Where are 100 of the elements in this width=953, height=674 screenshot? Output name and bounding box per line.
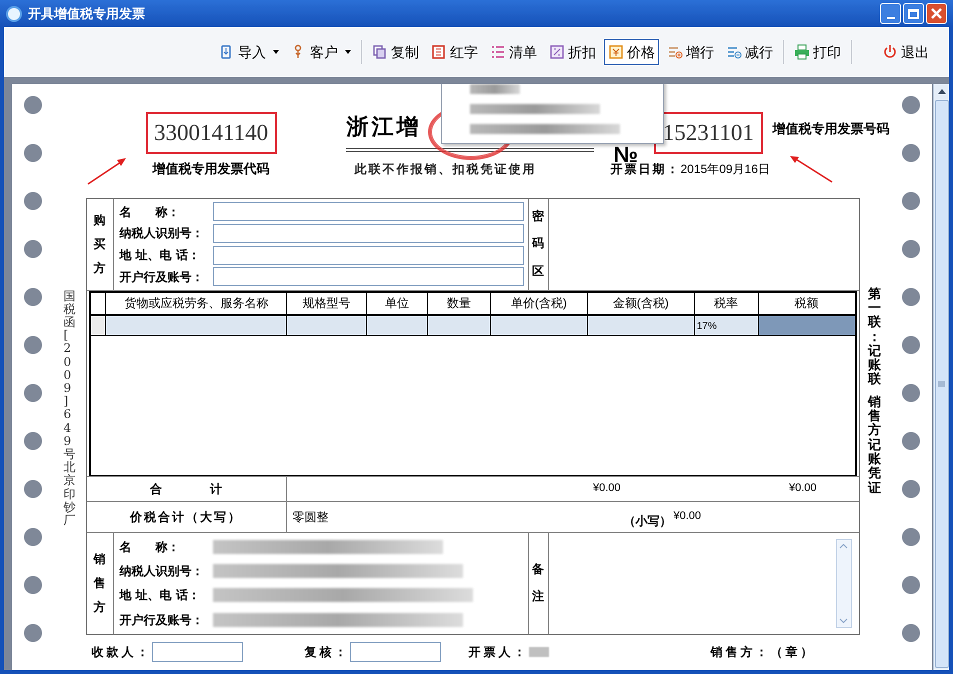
notice-text: 此联不作报销、扣税凭证使用 bbox=[354, 161, 536, 178]
input-field[interactable] bbox=[212, 224, 524, 243]
toolbar-button[interactable]: 退出 bbox=[878, 39, 933, 65]
punch-hole bbox=[902, 528, 920, 546]
section-heading: 备注 bbox=[532, 560, 544, 606]
toolbar-button[interactable]: 导入 bbox=[215, 39, 283, 65]
punch-hole bbox=[902, 192, 920, 210]
column-header: 规格型号 bbox=[287, 292, 368, 314]
small-label: （小写） bbox=[624, 512, 672, 530]
table-cell[interactable] bbox=[490, 316, 588, 335]
toolbar-button[interactable]: 增行 bbox=[663, 39, 718, 65]
input-field[interactable] bbox=[152, 642, 242, 662]
column-header: 数量 bbox=[428, 292, 491, 314]
input-field[interactable] bbox=[212, 267, 524, 286]
toolbar-icon bbox=[794, 44, 810, 60]
annotation-label: 增值税专用发票号码 bbox=[772, 120, 890, 138]
column-header: 单价(含税) bbox=[490, 292, 588, 314]
punch-hole bbox=[902, 240, 920, 258]
copy-label: 销售方记账凭证 bbox=[868, 396, 881, 496]
total-tax: ¥0.00 bbox=[788, 481, 816, 496]
table-cell[interactable] bbox=[588, 316, 695, 335]
punch-hole bbox=[902, 432, 920, 450]
toolbar-button[interactable]: 减行 bbox=[722, 39, 777, 65]
arrow-icon bbox=[788, 154, 834, 184]
copy-label: 第一联：记账联 bbox=[868, 288, 881, 388]
total-amount: ¥0.00 bbox=[592, 481, 620, 496]
footer-label: 复核： bbox=[304, 644, 350, 662]
punch-hole bbox=[902, 624, 920, 642]
total-label: 合 计 bbox=[150, 480, 222, 498]
input-field[interactable] bbox=[212, 246, 524, 265]
section-heading: 购买方 bbox=[94, 212, 106, 278]
punch-hole bbox=[24, 336, 42, 354]
punch-hole bbox=[902, 480, 920, 498]
footer-label: 开票人： bbox=[468, 644, 528, 662]
app-icon bbox=[6, 6, 22, 22]
toolbar-icon bbox=[431, 44, 447, 60]
toolbar-button[interactable]: 复制 bbox=[368, 39, 423, 65]
blurred-menu-item[interactable] bbox=[470, 84, 520, 94]
table-cell[interactable] bbox=[428, 316, 491, 335]
input-field[interactable] bbox=[212, 202, 524, 222]
toolbar-button[interactable]: 红字 bbox=[427, 39, 482, 65]
field-label: 地 址、电 话： bbox=[118, 587, 201, 604]
table-cell[interactable] bbox=[367, 316, 428, 335]
grand-total-label: 价税合计（大写） bbox=[130, 508, 242, 526]
section-heading: 密码区 bbox=[532, 208, 544, 280]
blurred-menu-item[interactable] bbox=[470, 124, 620, 134]
column-header: 货物或应税劳务、服务名称 bbox=[106, 292, 288, 314]
field-label: 地 址、电 话： bbox=[118, 247, 201, 264]
punch-hole bbox=[902, 96, 920, 114]
punch-hole bbox=[902, 576, 920, 594]
punch-hole bbox=[902, 144, 920, 162]
amount-in-figures: ¥0.00 bbox=[674, 508, 702, 524]
remarks-scrollbar[interactable] bbox=[836, 538, 852, 628]
input-field[interactable] bbox=[350, 642, 440, 662]
toolbar-icon bbox=[372, 44, 388, 60]
maximize-button[interactable] bbox=[903, 3, 924, 24]
toolbar-button[interactable]: 客户 bbox=[287, 39, 355, 65]
caret-icon bbox=[273, 50, 279, 54]
toolbar-button[interactable]: 清单 bbox=[486, 39, 541, 65]
close-icon bbox=[931, 8, 942, 19]
blurred-menu-item[interactable] bbox=[470, 104, 600, 114]
date-label: 开票日期： bbox=[610, 162, 680, 178]
field-label: 名 称： bbox=[118, 204, 180, 221]
toolbar-button[interactable]: 折扣 bbox=[545, 39, 600, 65]
punch-hole bbox=[24, 576, 42, 594]
punch-hole bbox=[902, 336, 920, 354]
punch-hole bbox=[902, 384, 920, 402]
punch-hole bbox=[24, 192, 42, 210]
column-header: 单位 bbox=[367, 292, 428, 314]
punch-hole bbox=[24, 432, 42, 450]
section-heading: 销售方 bbox=[94, 551, 106, 616]
table-cell[interactable] bbox=[758, 316, 855, 335]
toolbar-icon bbox=[882, 44, 898, 60]
scroll-thumb[interactable] bbox=[934, 100, 948, 668]
footer-label: 收款人： bbox=[92, 644, 152, 662]
invoice-code: 3300141140 bbox=[146, 112, 277, 154]
field-label: 开户行及账号： bbox=[118, 268, 204, 286]
punch-hole bbox=[24, 528, 42, 546]
annotation-label: 增值税专用发票代码 bbox=[152, 160, 270, 178]
arrow-icon bbox=[86, 156, 128, 186]
amount-in-words: 零圆整 bbox=[292, 508, 328, 526]
toolbar-button[interactable]: 价格 bbox=[604, 39, 659, 65]
field-label: 开户行及账号： bbox=[118, 612, 204, 629]
scroll-up-icon[interactable] bbox=[938, 89, 946, 94]
field-label: 名 称： bbox=[118, 538, 180, 556]
table-cell[interactable] bbox=[90, 316, 106, 335]
toolbar-button[interactable]: 打印 bbox=[790, 39, 845, 65]
field-label: 纳税人识别号： bbox=[118, 563, 204, 580]
toolbar-icon bbox=[608, 44, 624, 60]
minimize-button[interactable] bbox=[880, 3, 901, 24]
table-cell[interactable] bbox=[106, 316, 288, 335]
punch-hole bbox=[902, 288, 920, 306]
date-value: 2015年09月16日 bbox=[680, 161, 770, 178]
toolbar-icon bbox=[549, 44, 565, 60]
scrollbar[interactable] bbox=[933, 84, 949, 670]
table-cell[interactable]: 17% bbox=[694, 316, 759, 335]
punch-hole bbox=[24, 96, 42, 114]
close-button[interactable] bbox=[926, 3, 947, 24]
scroll-down-icon[interactable] bbox=[839, 618, 848, 624]
table-cell[interactable] bbox=[287, 316, 368, 335]
